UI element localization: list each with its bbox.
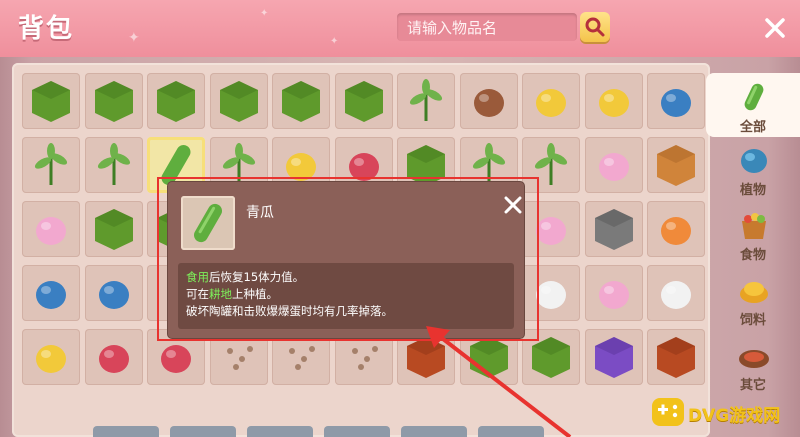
lava-block-icon [657, 337, 695, 378]
inventory-slot[interactable] [22, 265, 80, 321]
inventory-slot[interactable] [647, 265, 705, 321]
vine-icon [34, 143, 68, 185]
feed-icon [740, 282, 768, 303]
corn-stalk-icon [536, 89, 566, 117]
wood-planks-icon [657, 145, 695, 186]
blue-gourd-icon [661, 89, 691, 117]
category-label: 饲料 [739, 313, 766, 328]
stone-block-icon [594, 209, 633, 250]
red-flower-icon [98, 345, 129, 373]
category-label: 食物 [739, 248, 766, 263]
inventory-slot[interactable] [334, 73, 393, 129]
leaf-block-icon [94, 81, 133, 122]
dead-bush-icon [473, 89, 504, 117]
inventory-slot[interactable] [647, 137, 705, 193]
watermark: DVG游戏网 [648, 392, 800, 432]
pink-flower-icon [598, 281, 629, 309]
inventory-slot[interactable] [84, 137, 143, 193]
category-label: 全部 [739, 120, 766, 135]
cactus-block-icon [94, 209, 133, 250]
leaf-block-icon [32, 81, 70, 122]
star-decoration: ✦ [128, 30, 140, 46]
orange-flower-icon [661, 217, 691, 245]
inventory-slot[interactable] [84, 201, 143, 257]
category-tab-plants[interactable]: 植物 [706, 136, 800, 200]
inventory-slot[interactable] [22, 201, 80, 257]
backpack-screen: ✦ ✦ ✦ 背包 全部 [0, 0, 800, 437]
inventory-slot[interactable] [584, 265, 643, 321]
inventory-slot[interactable] [584, 73, 643, 129]
inventory-slot[interactable] [647, 201, 705, 257]
inventory-slot[interactable] [84, 329, 143, 385]
nest-icon [739, 350, 769, 368]
yellow-leaf-block-icon [157, 81, 195, 122]
inventory-slot[interactable] [647, 73, 705, 129]
white-lily-icon [661, 281, 691, 309]
bottom-button[interactable] [170, 426, 236, 437]
category-tab-all[interactable]: 全部 [706, 73, 800, 137]
blue-orchid-icon [98, 281, 129, 309]
search-input[interactable] [405, 16, 574, 40]
inventory-slot[interactable] [209, 73, 268, 129]
category-tab-other[interactable]: 其它 [706, 331, 800, 395]
star-decoration: ✦ [330, 36, 339, 47]
blue-flower-icon [36, 281, 66, 309]
gamepad-logo-icon [652, 398, 684, 426]
red-leaf-block-icon [219, 81, 258, 122]
inventory-slot[interactable] [22, 137, 80, 193]
star-decoration: ✦ [260, 8, 269, 19]
header-bar: ✦ ✦ ✦ 背包 [0, 0, 800, 57]
inventory-slot[interactable] [84, 265, 143, 321]
grass-tuft-icon [409, 79, 443, 121]
cucumber-icon [744, 83, 764, 111]
inventory-slot[interactable] [522, 73, 580, 129]
petals-icon [598, 153, 629, 181]
bottom-button[interactable] [324, 426, 390, 437]
inventory-slot[interactable] [272, 73, 330, 129]
category-tab-feed[interactable]: 饲料 [706, 266, 800, 330]
watermark-text: DVG游戏网 [688, 406, 781, 426]
bottom-button[interactable] [247, 426, 313, 437]
category-label: 植物 [739, 183, 766, 198]
inventory-slot[interactable] [647, 329, 705, 385]
inventory-slot[interactable] [584, 137, 643, 193]
inventory-slot[interactable] [397, 73, 455, 129]
page-title: 背包 [18, 14, 75, 44]
category-label: 其它 [739, 378, 766, 393]
inventory-slot[interactable] [22, 329, 80, 385]
inventory-slot[interactable] [584, 201, 643, 257]
annotation-arrow [426, 326, 572, 437]
blue-flower-icon [741, 149, 767, 173]
inventory-slot[interactable] [22, 73, 80, 129]
annotation-highlight-box [157, 177, 539, 341]
wheat-plant-icon [97, 143, 130, 185]
search-icon [585, 17, 605, 37]
sunflower-icon [36, 345, 66, 373]
category-tab-food[interactable]: 食物 [706, 201, 800, 265]
food-basket-icon [742, 213, 766, 239]
corn-icon [598, 89, 629, 117]
search-button[interactable] [580, 12, 610, 42]
inventory-slot[interactable] [147, 73, 205, 129]
search-box[interactable] [397, 13, 577, 41]
leaf-block-icon [282, 81, 320, 122]
pink-lily-icon [36, 217, 66, 245]
close-icon [765, 18, 785, 38]
close-button[interactable] [760, 13, 790, 43]
inventory-slot[interactable] [84, 73, 143, 129]
leaf-block-icon [344, 81, 383, 122]
inventory-slot[interactable] [459, 73, 518, 129]
bottom-button[interactable] [93, 426, 159, 437]
